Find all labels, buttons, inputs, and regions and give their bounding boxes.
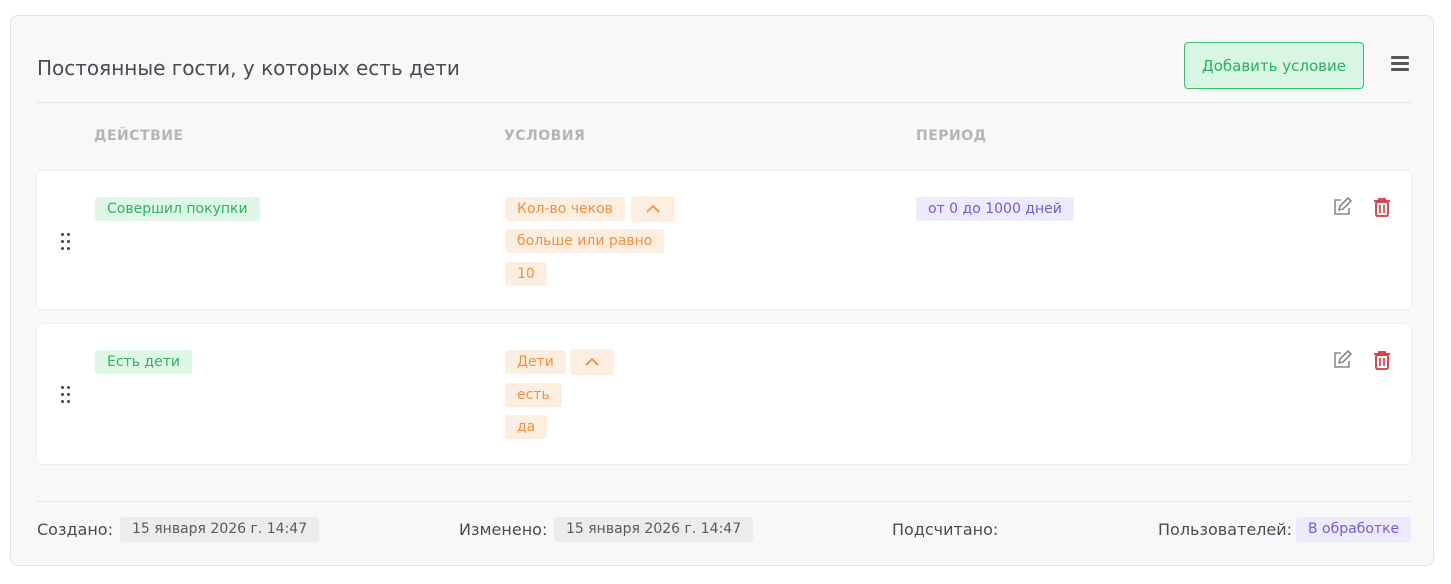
counted-label: Подсчитано: xyxy=(892,520,999,539)
action-chip: Есть дети xyxy=(95,350,192,374)
footer-divider xyxy=(37,501,1411,502)
table-row: Совершил покупки Кол-во чеков больше или… xyxy=(37,171,1411,309)
drag-handle-icon[interactable] xyxy=(61,386,71,404)
collapse-chevron-up-icon[interactable] xyxy=(570,349,614,375)
condition-field-chip: Кол-во чеков xyxy=(505,197,625,221)
users-label: Пользователей: xyxy=(1158,520,1293,539)
delete-trash-icon[interactable] xyxy=(1371,349,1393,371)
edit-icon[interactable] xyxy=(1331,196,1353,218)
delete-trash-icon[interactable] xyxy=(1371,196,1393,218)
action-chip: Совершил покупки xyxy=(95,197,260,221)
column-header-period: ПЕРИОД xyxy=(916,128,987,144)
modified-label: Изменено: xyxy=(459,520,548,539)
hamburger-menu-icon[interactable] xyxy=(1391,56,1409,72)
edit-icon[interactable] xyxy=(1331,349,1353,371)
segment-card: Постоянные гости, у которых есть дети До… xyxy=(10,15,1434,566)
condition-value-chip: 10 xyxy=(505,262,547,286)
period-chip: от 0 до 1000 дней xyxy=(916,197,1074,221)
condition-field-chip: Дети xyxy=(505,350,566,374)
header-divider xyxy=(37,102,1411,103)
column-header-conditions: УСЛОВИЯ xyxy=(504,128,586,144)
condition-value-chip: да xyxy=(505,415,548,439)
collapse-chevron-up-icon[interactable] xyxy=(631,196,675,222)
add-condition-button[interactable]: Добавить условие xyxy=(1184,42,1364,89)
created-label: Создано: xyxy=(37,520,113,539)
segment-title: Постоянные гости, у которых есть дети xyxy=(37,56,460,80)
drag-handle-icon[interactable] xyxy=(61,233,71,251)
condition-operator-chip: есть xyxy=(505,383,562,407)
column-header-action: ДЕЙСТВИЕ xyxy=(94,128,184,144)
condition-operator-chip: больше или равно xyxy=(505,229,665,253)
created-date-chip: 15 января 2026 г. 14:47 xyxy=(120,517,320,542)
table-row: Есть дети Дети есть да xyxy=(37,324,1411,464)
users-status-badge: В обработке xyxy=(1296,517,1412,542)
modified-date-chip: 15 января 2026 г. 14:47 xyxy=(554,517,754,542)
